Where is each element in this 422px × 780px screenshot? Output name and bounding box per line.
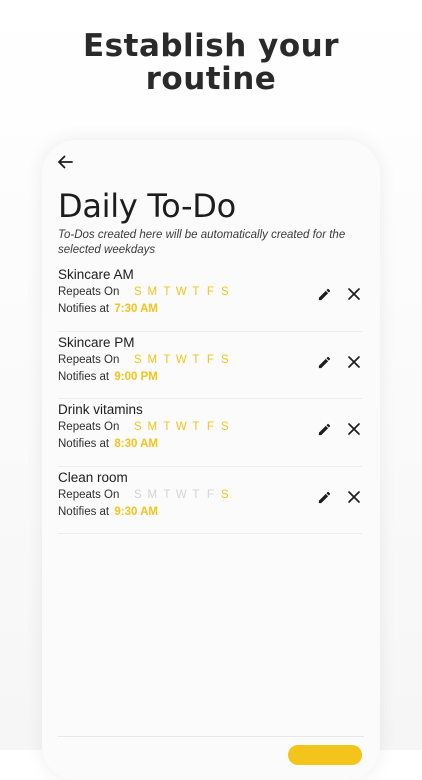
todo-item: Drink vitamins Repeats On SMTWTFS Notifi… [58,399,362,467]
notify-row: Notifies at 7:30 AM [58,303,158,315]
notifies-at-label: Notifies at [58,438,110,450]
add-todo-button[interactable] [288,745,362,765]
weekday-list: SMTWTFS [131,286,233,298]
weekday-0: S [133,353,142,366]
notify-time: 7:30 AM [114,303,159,315]
weekday-2: T [163,353,171,366]
weekday-1: M [147,353,158,366]
notify-time: 9:00 PM [114,370,158,383]
repeats-row: Repeats On SMTWTFS [58,354,232,366]
weekday-3: W [175,286,187,298]
weekday-3: W [175,353,187,366]
repeats-row: Repeats On SMTWTFS [58,421,232,433]
weekday-4: T [192,353,200,366]
weekday-6: S [220,488,229,501]
back-button[interactable] [56,153,74,171]
bottom-divider [58,736,364,737]
weekday-2: T [163,488,171,501]
weekday-5: F [206,353,214,366]
marketing-headline: Establish your routine [0,30,422,96]
weekday-4: T [192,286,200,298]
weekday-5: F [206,488,214,501]
repeats-on-label: Repeats On [58,286,120,298]
weekday-3: W [175,488,187,501]
edit-button[interactable] [317,287,332,302]
todo-name: Drink vitamins [58,402,143,417]
page-title: Daily To-Do [58,187,236,225]
weekday-0: S [133,286,142,298]
weekday-list: SMTWTFS [131,489,233,501]
delete-button[interactable] [347,287,361,301]
notify-row: Notifies at 8:30 AM [58,438,158,450]
delete-button[interactable] [347,355,361,369]
weekday-0: S [133,421,142,433]
weekday-list: SMTWTFS [131,421,233,433]
close-icon [348,423,360,435]
close-icon [348,490,360,503]
weekday-1: M [147,488,158,501]
weekday-4: T [192,488,200,501]
weekday-1: M [147,421,158,433]
notifies-at-label: Notifies at [58,303,110,315]
repeats-on-label: Repeats On [58,353,120,366]
notify-time: 8:30 AM [114,438,159,450]
pencil-icon [318,356,331,368]
edit-button[interactable] [317,490,332,505]
todo-list: Skincare AM Repeats On SMTWTFS Notifies … [58,264,362,534]
todo-item: Skincare PM Repeats On SMTWTFS Notifies … [58,332,362,399]
repeats-on-label: Repeats On [58,421,120,433]
phone-screen: Daily To-Do To-Dos created here will be … [42,140,380,780]
notifies-at-label: Notifies at [58,370,110,383]
headline-line-2: routine [145,61,277,97]
weekday-6: S [220,286,229,298]
weekday-5: F [206,421,214,433]
todo-name: Skincare PM [58,334,135,350]
notify-row: Notifies at 9:00 PM [58,371,158,383]
weekday-1: M [147,286,158,298]
edit-button[interactable] [317,422,332,437]
weekday-2: T [163,421,171,433]
todo-name: Skincare AM [58,267,134,282]
repeats-on-label: Repeats On [58,488,120,501]
headline-line-1: Establish your [83,28,339,64]
delete-button[interactable] [347,490,361,504]
close-icon [348,288,360,300]
weekday-5: F [206,286,214,298]
pencil-icon [318,491,331,503]
todo-item: Clean room Repeats On SMTWTFS Notifies a… [58,467,362,534]
weekday-6: S [220,421,229,433]
weekday-0: S [133,488,142,501]
page-subtitle: To-Dos created here will be automaticall… [58,229,346,256]
notifies-at-label: Notifies at [58,505,110,518]
weekday-2: T [163,286,171,298]
weekday-list: SMTWTFS [131,354,233,366]
delete-button[interactable] [347,422,361,436]
edit-button[interactable] [317,355,332,370]
arrow-left-icon [58,155,73,169]
close-icon [348,355,360,368]
todo-name: Clean room [58,469,128,485]
notify-row: Notifies at 9:30 AM [58,506,158,518]
weekday-6: S [220,353,229,366]
pencil-icon [318,288,331,301]
pencil-icon [318,423,331,436]
notify-time: 9:30 AM [114,505,159,518]
weekday-3: W [175,421,187,433]
todo-item: Skincare AM Repeats On SMTWTFS Notifies … [58,264,362,332]
weekday-4: T [192,421,200,433]
repeats-row: Repeats On SMTWTFS [58,286,232,298]
repeats-row: Repeats On SMTWTFS [58,489,232,501]
